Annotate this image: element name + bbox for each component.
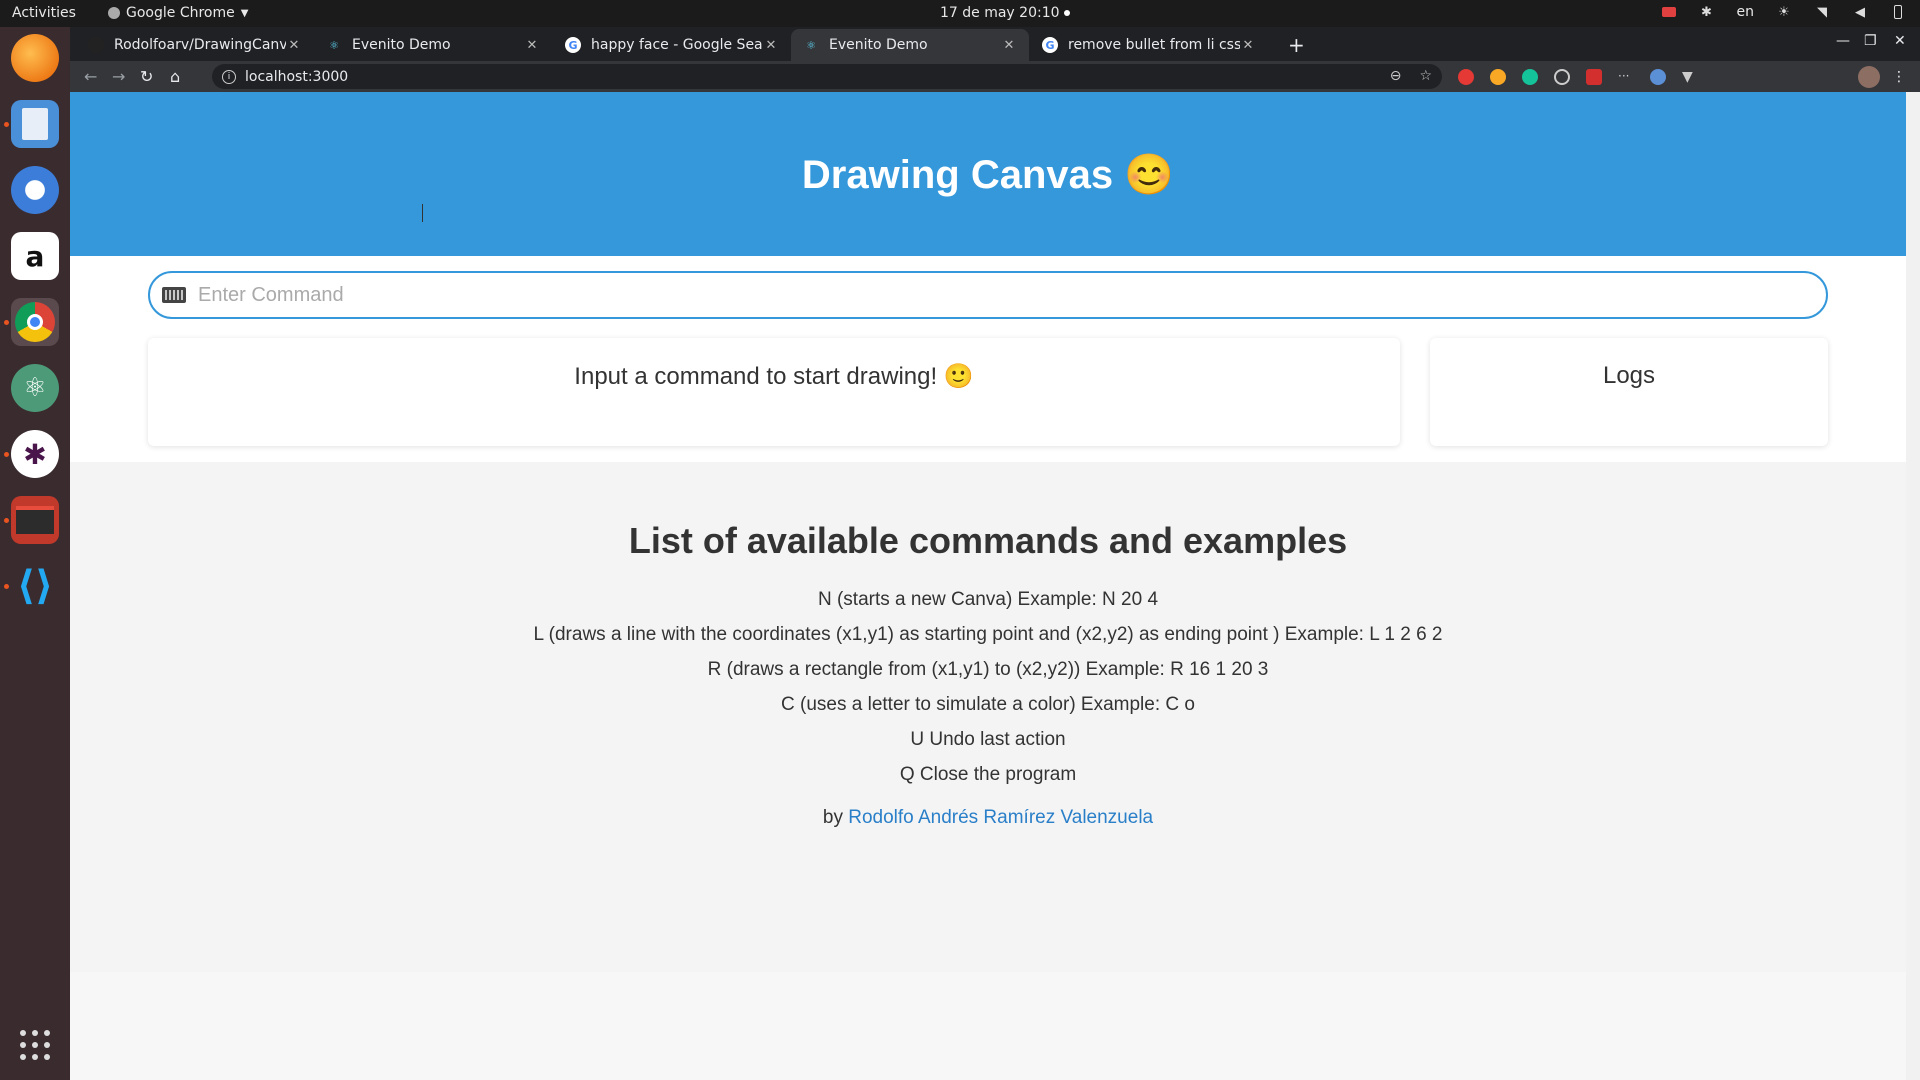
tab-title: Evenito Demo [352,37,451,53]
keyboard-icon [162,287,186,303]
google-icon: G [565,37,581,53]
canvas-message: Input a command to start drawing! 🙂 [574,363,974,390]
profile-avatar[interactable] [1858,66,1880,88]
notification-dot-icon [1063,10,1070,16]
close-icon[interactable]: ✕ [1001,38,1017,53]
commands-section: List of available commands and examples … [70,462,1906,972]
close-window-button[interactable]: ✕ [1894,33,1906,49]
react-icon: ⚛ [329,38,339,52]
extension-blue-icon[interactable] [1650,69,1666,85]
brightness-icon[interactable]: ☀ [1776,4,1792,20]
atom-icon[interactable]: ⚛ [11,364,59,412]
list-item: U Undo last action [910,729,1066,750]
extension-target-icon[interactable] [1554,69,1570,85]
maximize-button[interactable]: ❐ [1864,33,1877,49]
app-menu-label: Google Chrome [126,5,235,21]
zoom-icon[interactable]: ⊖ [1390,68,1402,84]
grammarly-icon[interactable] [1522,69,1538,85]
tab-title: Rodolfoarv/DrawingCanv [114,37,286,53]
firefox-icon[interactable] [11,34,59,82]
extension-puzzle-icon[interactable] [1586,69,1602,85]
react-icon: ⚛ [806,38,816,52]
tab-remove-bullet[interactable]: G remove bullet from li css - ✕ [1030,29,1268,61]
chevron-down-icon: ▼ [240,7,249,19]
chrome-dock-icon[interactable] [4,298,59,346]
home-icon[interactable]: ⌂ [170,67,180,86]
extension-red-icon[interactable] [1458,69,1474,85]
tab-strip: Rodolfoarv/DrawingCanv ✕ ⚛ Evenito Demo … [70,27,1920,61]
chrome-icon [108,7,120,19]
extension-yellow-icon[interactable] [1490,69,1506,85]
page-title: Drawing Canvas 😊 [801,152,1175,197]
address-bar[interactable]: i localhost:3000 ⊖ ☆ [212,64,1442,89]
page-viewport: Drawing Canvas 😊 Input a command to star… [70,92,1906,1080]
new-tab-button[interactable]: + [1288,33,1305,57]
clock[interactable]: 17 de may 20:10 [940,5,1070,21]
tab-evenito-active[interactable]: ⚛ Evenito Demo ✕ [791,29,1029,61]
list-item: C (uses a letter to simulate a color) Ex… [781,694,1195,715]
site-info-icon[interactable]: i [222,69,236,84]
file-manager-icon[interactable] [4,100,59,148]
extension-v-icon[interactable]: ▼ [1682,69,1698,85]
commands-list: N (starts a new Canva) Example: N 20 4 L… [70,582,1906,792]
app-menu[interactable]: Google Chrome ▼ [108,5,248,21]
system-tray[interactable]: ✱ en ☀ ◥ ◀ [1661,4,1907,20]
close-icon[interactable]: ✕ [286,38,302,53]
author-link[interactable]: Rodolfo Andrés Ramírez Valenzuela [848,807,1153,828]
chromium-icon[interactable] [11,166,59,214]
minimize-button[interactable]: — [1836,33,1850,49]
screen-record-icon[interactable] [1661,4,1677,20]
list-item: Q Close the program [899,764,1077,785]
wifi-icon[interactable]: ◥ [1814,4,1830,20]
text-cursor-icon [422,204,423,222]
vscode-icon[interactable]: ⟨⟩ [4,562,59,610]
activities-button[interactable]: Activities [12,5,76,21]
scrollbar[interactable] [1906,92,1920,1080]
browser-window: Rodolfoarv/DrawingCanv ✕ ⚛ Evenito Demo … [70,27,1920,1080]
byline: by Rodolfo Andrés Ramírez Valenzuela [70,807,1906,829]
tab-title: remove bullet from li css - [1068,37,1240,53]
tab-evenito-1[interactable]: ⚛ Evenito Demo ✕ [314,29,552,61]
clock-text: 17 de may 20:10 [940,5,1060,21]
workspace: Input a command to start drawing! 🙂 Logs [70,256,1906,462]
github-icon [88,37,104,53]
command-input[interactable] [198,283,1698,307]
tab-github[interactable]: Rodolfoarv/DrawingCanv ✕ [76,29,314,61]
commands-heading: List of available commands and examples [628,520,1348,561]
battery-icon[interactable] [1890,4,1906,20]
logs-panel: Logs [1430,338,1828,446]
reload-icon[interactable]: ↻ [140,67,153,86]
terminal-icon[interactable] [4,496,59,544]
command-input-wrapper[interactable] [148,271,1828,319]
forward-icon[interactable]: → [112,67,125,86]
list-item: N (starts a new Canva) Example: N 20 4 [817,589,1159,610]
menu-kebab-icon[interactable]: ⋮ [1892,69,1908,85]
page-header: Drawing Canvas 😊 [70,92,1906,256]
slack-tray-icon[interactable]: ✱ [1699,4,1715,20]
url-text: localhost:3000 [245,68,349,85]
extension-dots-icon[interactable]: ··· [1618,69,1634,85]
close-icon[interactable]: ✕ [763,38,779,53]
list-item: R (draws a rectangle from (x1,y1) to (x2… [707,659,1269,680]
system-top-bar: Activities Google Chrome ▼ 17 de may 20:… [0,0,1920,27]
slack-icon[interactable]: ✱ [4,430,59,478]
show-apps-icon[interactable] [20,1030,50,1060]
browser-toolbar: ← → ↻ ⌂ i localhost:3000 ⊖ ☆ ··· ▼ ⋮ [70,61,1920,92]
byline-prefix: by [822,807,843,828]
tab-google-search[interactable]: G happy face - Google Searc ✕ [553,29,791,61]
google-icon: G [1042,37,1058,53]
list-item: L (draws a line with the coordinates (x1… [533,624,1443,645]
amazon-icon[interactable]: a [11,232,59,280]
dock: a ⚛ ✱ ⟨⟩ [0,27,70,1080]
back-icon[interactable]: ← [84,67,97,86]
close-icon[interactable]: ✕ [1240,38,1256,53]
tab-title: Evenito Demo [829,37,928,53]
logs-title: Logs [1602,362,1656,389]
volume-icon[interactable]: ◀ [1852,4,1868,20]
canvas-panel: Input a command to start drawing! 🙂 [148,338,1400,446]
close-icon[interactable]: ✕ [524,38,540,53]
bookmark-star-icon[interactable]: ☆ [1419,68,1432,84]
tab-title: happy face - Google Searc [591,37,763,53]
language-indicator[interactable]: en [1737,4,1755,20]
